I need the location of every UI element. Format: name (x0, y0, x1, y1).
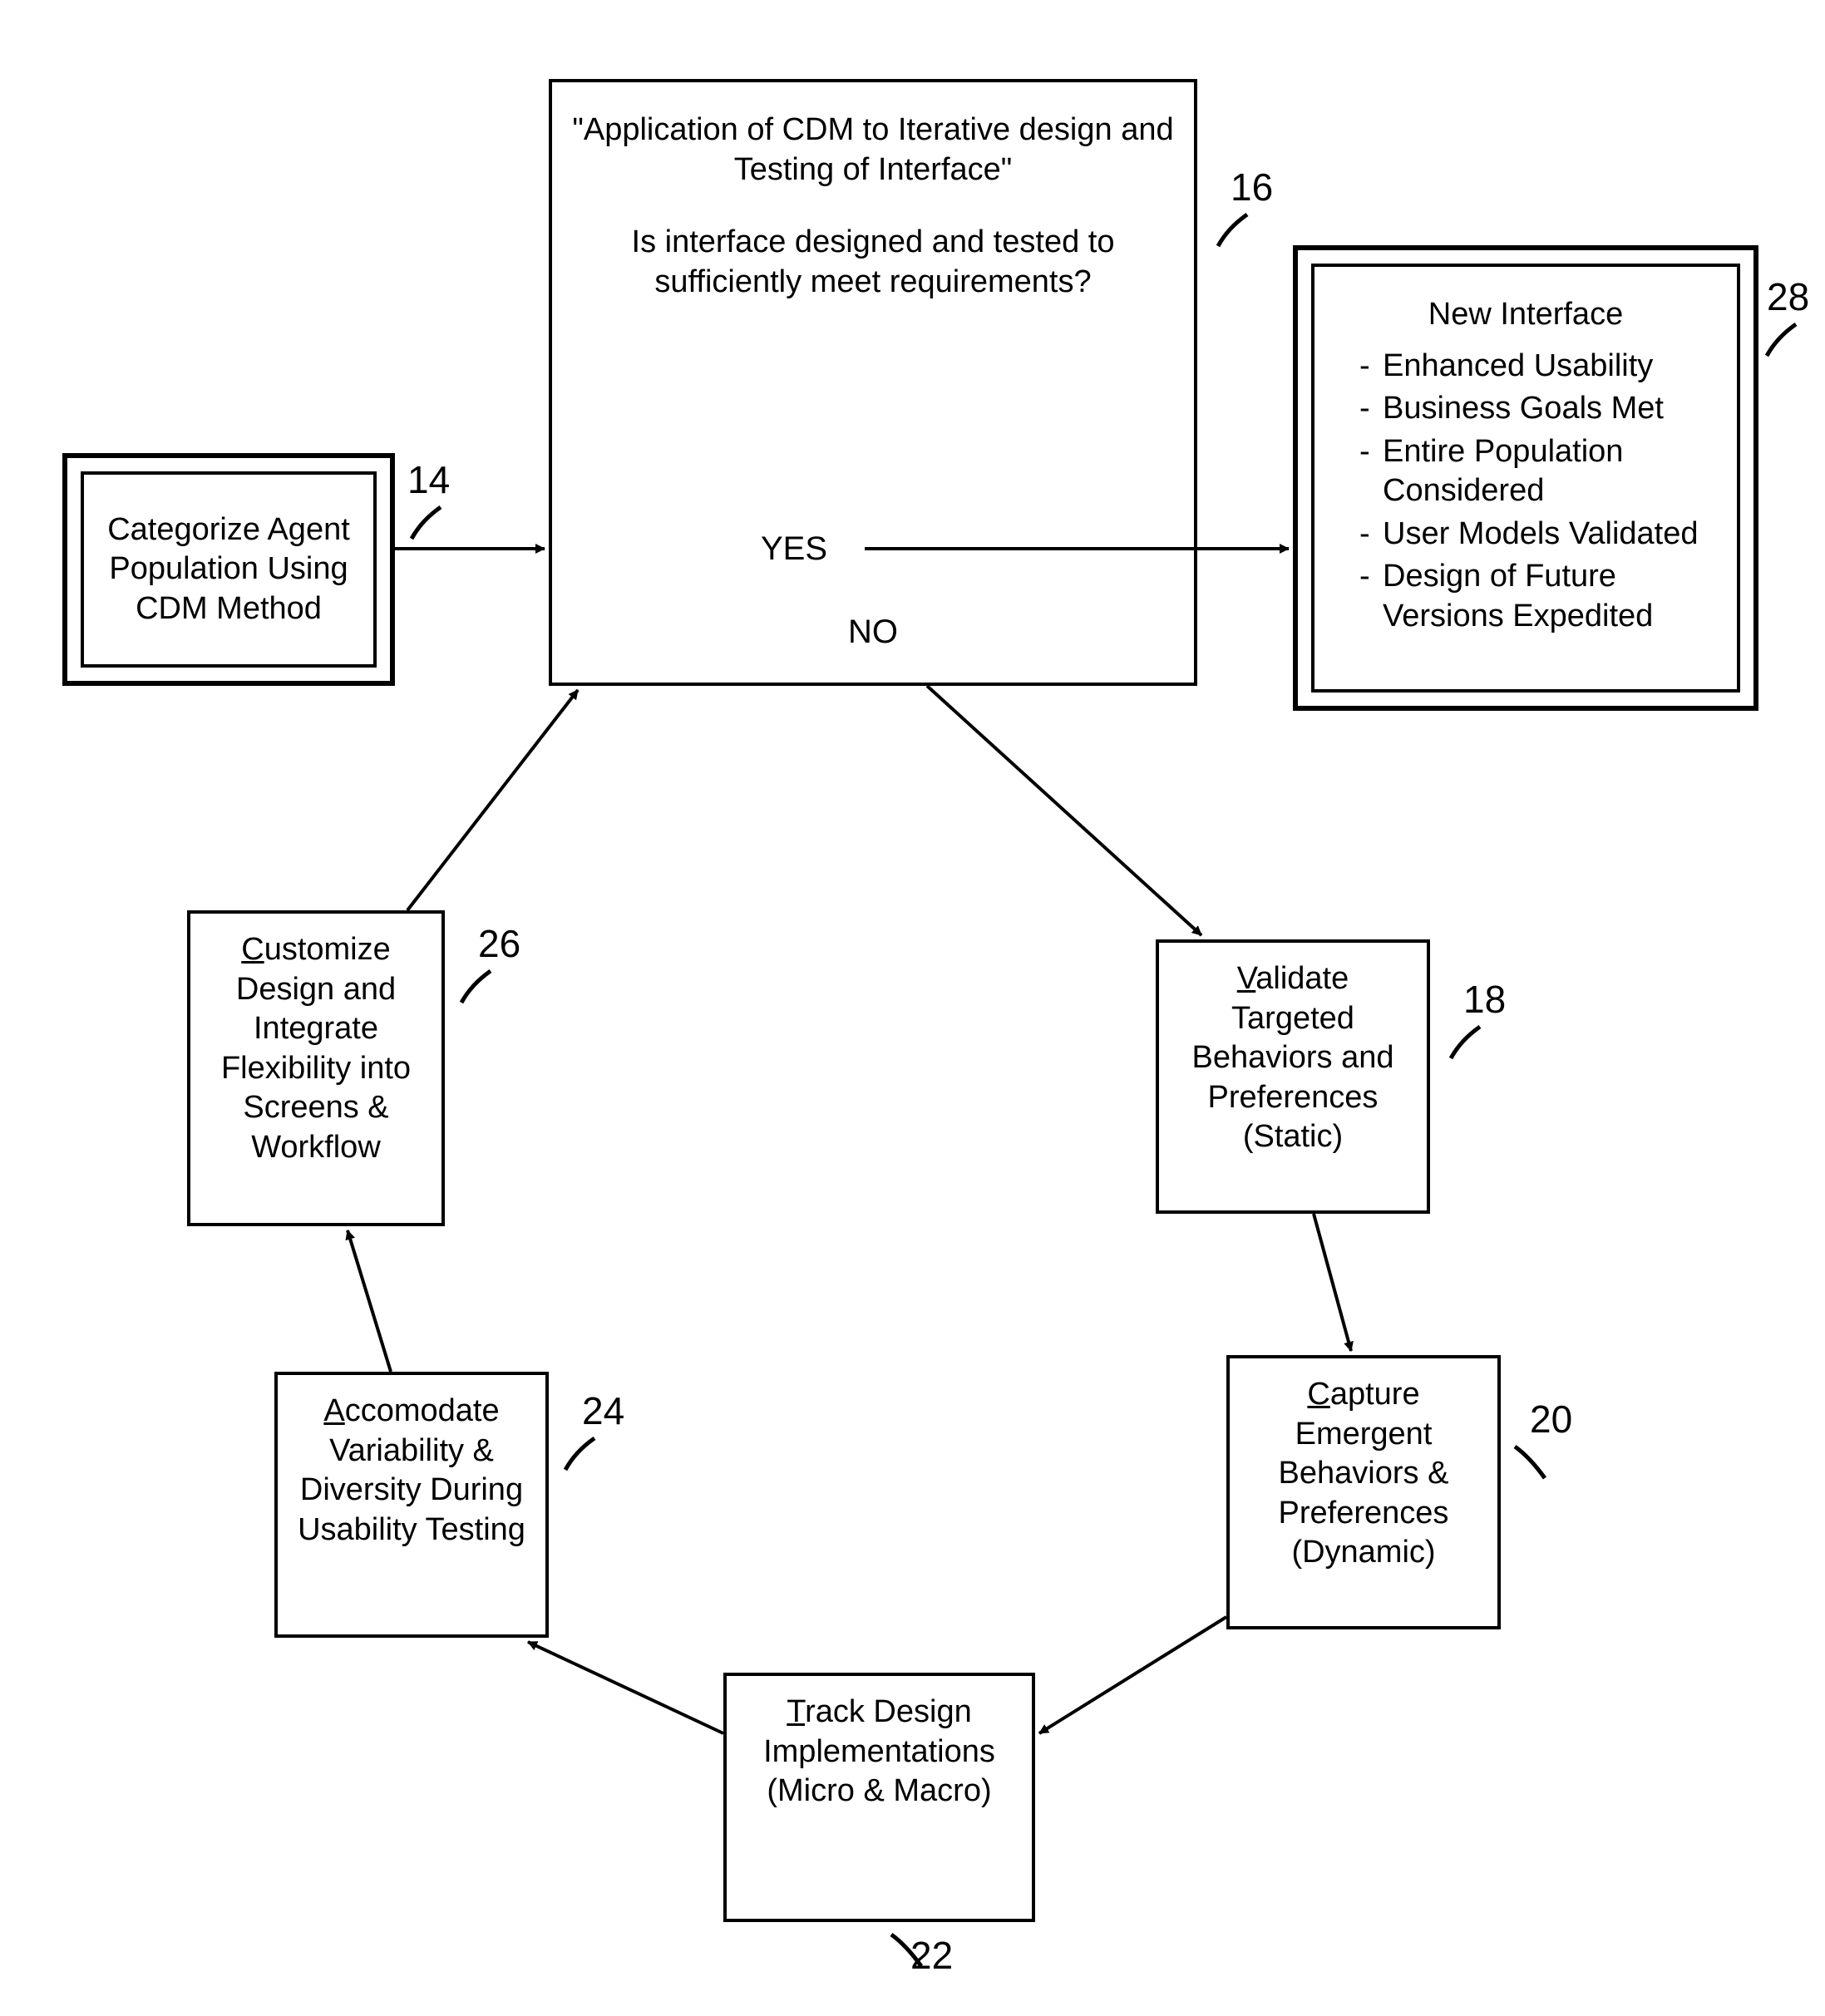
ni-item: Design of Future Versions Expedited (1359, 557, 1712, 636)
ref-tick-18 (1443, 1017, 1492, 1067)
ref-tick-28 (1758, 314, 1808, 364)
ni-item: Entire Population Considered (1359, 432, 1712, 511)
box-categorize-inner: Categorize Agent Population Using CDM Me… (81, 471, 377, 668)
validate-text: Validate Targeted Behaviors and Preferen… (1192, 961, 1394, 1154)
ref-14: 14 (407, 457, 450, 502)
box-decision: "Application of CDM to Iterative design … (549, 79, 1197, 686)
customize-text: Customize Design and Integrate Flexibili… (221, 932, 411, 1165)
capture-text: Capture Emergent Behaviors & Preferences… (1279, 1377, 1449, 1570)
ref-18: 18 (1463, 977, 1506, 1022)
new-interface-list: Enhanced Usability Business Goals Met En… (1339, 347, 1712, 640)
ref-26: 26 (478, 921, 520, 966)
ni-item: Business Goals Met (1359, 389, 1712, 429)
ref-24: 24 (582, 1388, 624, 1433)
decision-title: "Application of CDM to Iterative design … (567, 111, 1179, 190)
accommodate-text: Accomodate Variability & Diversity Durin… (298, 1393, 525, 1547)
box-capture: Capture Emergent Behaviors & Preferences… (1226, 1355, 1501, 1629)
track-text: Track Design Implementations (Micro & Ma… (763, 1694, 995, 1808)
ref-tick-16 (1210, 205, 1260, 254)
box-categorize: Categorize Agent Population Using CDM Me… (62, 453, 395, 686)
ref-tick-26 (453, 961, 503, 1011)
ref-28: 28 (1767, 274, 1809, 319)
ref-tick-20 (1505, 1437, 1555, 1486)
ni-item: Enhanced Usability (1359, 347, 1712, 387)
box-customize: Customize Design and Integrate Flexibili… (187, 910, 445, 1226)
decision-question: Is interface designed and tested to suff… (567, 223, 1179, 302)
ref-tick-14 (403, 497, 453, 547)
box-track: Track Design Implementations (Micro & Ma… (723, 1673, 1035, 1922)
decision-yes: YES (761, 530, 827, 568)
new-interface-title: New Interface (1339, 295, 1712, 335)
box-accommodate: Accomodate Variability & Diversity Durin… (274, 1372, 549, 1638)
ref-16: 16 (1231, 165, 1273, 209)
ref-tick-22 (881, 1925, 931, 1974)
flowchart-canvas: Categorize Agent Population Using CDM Me… (0, 0, 1825, 2016)
box-new-interface-inner: New Interface Enhanced Usability Busines… (1311, 264, 1740, 693)
box-validate: Validate Targeted Behaviors and Preferen… (1156, 939, 1430, 1214)
categorize-text: Categorize Agent Population Using CDM Me… (102, 510, 355, 629)
decision-no: NO (848, 614, 898, 651)
ref-20: 20 (1530, 1397, 1572, 1442)
ref-tick-24 (557, 1428, 607, 1478)
box-new-interface: New Interface Enhanced Usability Busines… (1293, 245, 1758, 711)
ni-item: User Models Validated (1359, 515, 1712, 555)
